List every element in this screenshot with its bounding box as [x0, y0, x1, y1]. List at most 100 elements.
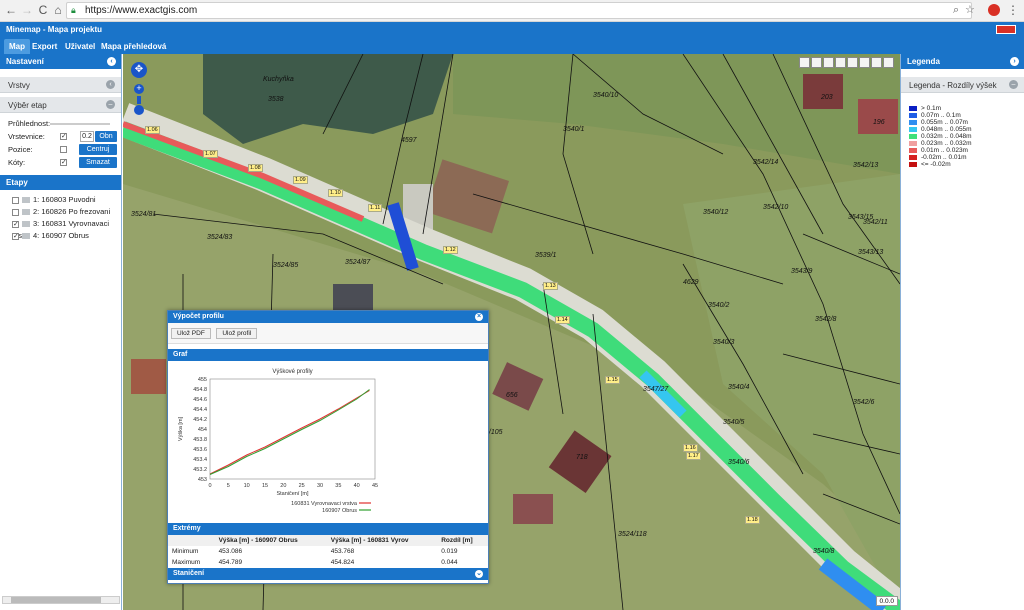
- survey-point-label[interactable]: 1.13: [543, 282, 558, 290]
- survey-point-label[interactable]: 1.18: [745, 516, 760, 524]
- main-tabs: Map Export Uživatel Mapa přehledová: [0, 38, 1024, 54]
- section-layers[interactable]: Vrstvy ‹: [0, 77, 121, 93]
- map-tool-icon[interactable]: [823, 57, 834, 68]
- parcel-label: 3524/83: [207, 234, 233, 241]
- save-profile-button[interactable]: Ulož profil: [216, 328, 258, 339]
- map-tool-icon[interactable]: [799, 57, 810, 68]
- stage-item[interactable]: 2: 160826 Po frezovani: [0, 206, 121, 218]
- expand-icon[interactable]: ‹: [106, 80, 115, 89]
- parcel-label: 3542/10: [763, 204, 789, 211]
- home-icon[interactable]: ⌂: [51, 3, 65, 17]
- pan-icon[interactable]: ✥: [131, 62, 147, 78]
- folder-icon: [22, 233, 30, 240]
- survey-point-label[interactable]: 1.09: [293, 176, 308, 184]
- zoom-icon[interactable]: ⌕: [953, 4, 959, 17]
- back-icon[interactable]: ←: [4, 3, 18, 17]
- stage-checkbox[interactable]: [12, 196, 19, 204]
- legend-item: <= -0.02m: [901, 161, 1024, 168]
- delete-button[interactable]: Smazat: [79, 157, 117, 168]
- zoom-out-button[interactable]: [134, 105, 144, 115]
- table-cell: 453.768: [330, 548, 355, 555]
- parcel-label: 196: [873, 119, 885, 126]
- table-cell: Maximum: [172, 559, 201, 566]
- heights-checkbox[interactable]: ✓: [60, 159, 67, 166]
- survey-point-label[interactable]: 1.06: [145, 126, 160, 134]
- transparency-row: Průhlednost:: [0, 117, 121, 130]
- map-tool-icon[interactable]: [883, 57, 894, 68]
- horizontal-scrollbar[interactable]: [2, 596, 120, 604]
- parcel-label: 3542/6: [853, 399, 875, 406]
- map-tool-icon[interactable]: [847, 57, 858, 68]
- survey-point-label[interactable]: 1.16: [683, 444, 698, 452]
- settings-title: Nastavení: [6, 57, 44, 66]
- parcel-label: 3540/1: [563, 126, 585, 133]
- survey-point-label[interactable]: 1.11: [368, 204, 383, 212]
- legend-label: 0.01m .. 0.023m: [921, 147, 968, 154]
- legend-label: 0.07m .. 0.1m: [921, 112, 961, 119]
- profile-chart: Výškové profily 0 5 10 15 20 25 30 35 40 45 453 453.…: [178, 369, 378, 514]
- contours-row: Vrstevnice: ✓ 0.2 Obn: [0, 130, 121, 143]
- address-bar[interactable]: 🔒︎ https://www.exactgis.com ⌕ ☆: [66, 2, 975, 19]
- refresh-button[interactable]: Obn: [95, 131, 117, 142]
- survey-point-label[interactable]: 1.08: [248, 164, 263, 172]
- scrollbar-thumb[interactable]: [11, 597, 101, 603]
- stage-label: 2: 160826 Po frezovani: [33, 207, 111, 216]
- expand-icon[interactable]: ⌄: [475, 570, 483, 578]
- x-tick-label: 10: [244, 483, 250, 489]
- stage-item[interactable]: ✓ 4: 160907 Obrus: [0, 230, 121, 242]
- reload-icon[interactable]: C: [36, 3, 50, 17]
- forward-icon[interactable]: →: [20, 3, 34, 17]
- y-tick-label: 453.2: [193, 467, 207, 473]
- map-tool-icon[interactable]: [835, 57, 846, 68]
- extension-icon[interactable]: [988, 4, 1000, 16]
- survey-point-label[interactable]: 1.14: [555, 316, 570, 324]
- parcel-label: 3524/87: [345, 259, 371, 266]
- survey-point-label[interactable]: 1.10: [328, 189, 343, 197]
- settings-header: Nastavení ‹: [0, 54, 121, 69]
- contours-input[interactable]: 0.2: [80, 131, 94, 142]
- center-button[interactable]: Centruj: [79, 144, 117, 155]
- legend-label: 0.032m .. 0.048m: [921, 133, 972, 140]
- stage-checkbox[interactable]: ✓: [12, 232, 19, 240]
- star-icon[interactable]: ☆: [965, 3, 975, 16]
- survey-point-label[interactable]: 1.15: [605, 376, 620, 384]
- stage-checkbox[interactable]: [12, 208, 19, 216]
- collapse-left-icon[interactable]: ‹: [107, 57, 116, 66]
- tab-export[interactable]: Export: [27, 39, 62, 54]
- save-pdf-button[interactable]: Ulož PDF: [171, 328, 211, 339]
- zoom-in-button[interactable]: +: [134, 84, 144, 94]
- legend-section[interactable]: Legenda - Rozdíly výšek –: [901, 77, 1024, 93]
- section-stage-select[interactable]: Výběr etap –: [0, 97, 121, 113]
- position-checkbox[interactable]: [60, 146, 67, 153]
- stage-item[interactable]: ✓3: 160831 Vyrovnavaci vrs: [0, 218, 121, 240]
- legend-swatch: [909, 161, 917, 167]
- parcel-label: 3538: [268, 96, 284, 103]
- map-tool-icon[interactable]: [811, 57, 822, 68]
- survey-point-label[interactable]: 1.12: [443, 246, 458, 254]
- collapse-icon[interactable]: –: [1009, 80, 1018, 89]
- transparency-slider[interactable]: [50, 123, 110, 125]
- legend-item: > 0.1m: [901, 105, 1024, 112]
- contours-checkbox[interactable]: ✓: [60, 133, 67, 140]
- stationing-header[interactable]: Staničení ⌄: [168, 568, 488, 580]
- tab-user[interactable]: Uživatel: [60, 39, 100, 54]
- y-tick-label: 453.8: [193, 437, 207, 443]
- map-tool-icon[interactable]: [859, 57, 870, 68]
- survey-point-label[interactable]: 1.17: [686, 452, 701, 460]
- collapse-right-icon[interactable]: ›: [1010, 57, 1019, 66]
- legend-item: 0.048m .. 0.055m: [901, 126, 1024, 133]
- close-window-icon[interactable]: [996, 25, 1016, 34]
- stage-checkbox[interactable]: ✓: [12, 220, 19, 228]
- menu-icon[interactable]: ⋮: [1006, 3, 1020, 17]
- collapse-icon[interactable]: –: [106, 100, 115, 109]
- survey-point-label[interactable]: 1.07: [203, 150, 218, 158]
- tab-overview-map[interactable]: Mapa přehledová: [96, 39, 171, 54]
- stage-item[interactable]: 1: 160803 Puvodni: [0, 194, 121, 206]
- x-tick-label: 5: [227, 483, 230, 489]
- close-icon[interactable]: ×: [475, 313, 483, 321]
- table-cell: 0.044: [441, 559, 458, 566]
- parcel-label: 3540/2: [708, 302, 730, 309]
- folder-icon: [22, 197, 30, 204]
- zoom-slider[interactable]: [137, 96, 141, 104]
- map-tool-icon[interactable]: [871, 57, 882, 68]
